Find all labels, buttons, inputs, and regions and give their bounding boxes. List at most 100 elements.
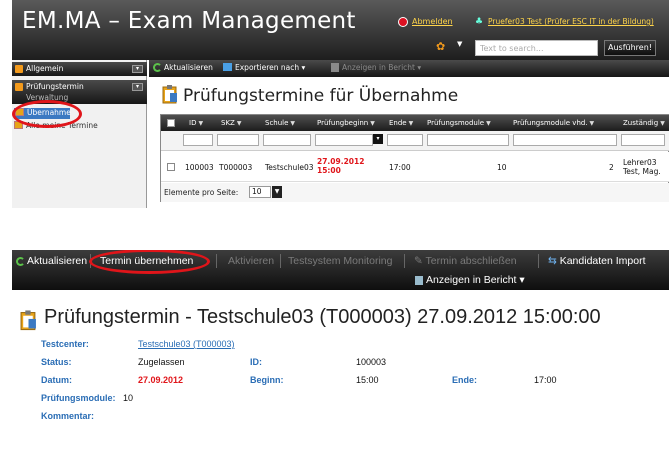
- list-screenshot: EM.MA – Exam Management Abmelden ♣ Pruef…: [12, 0, 669, 208]
- cell-skz: T000003: [219, 163, 253, 172]
- report-label: Anzeigen in Bericht: [342, 63, 415, 72]
- clipboard-icon: [20, 310, 36, 331]
- report-label: Anzeigen in Bericht: [426, 274, 517, 286]
- filter-beginn-input[interactable]: [315, 134, 373, 146]
- testcenter-link[interactable]: Testschule03 (T000003): [138, 339, 235, 349]
- filter-skz-input[interactable]: [217, 134, 259, 146]
- user-link[interactable]: Pruefer03 Test (Prüfer ESC IT in der Bil…: [488, 17, 654, 26]
- lock-icon: ✎: [414, 255, 426, 267]
- refresh-icon: [16, 257, 25, 266]
- monitoring-button[interactable]: Testsystem Monitoring: [288, 255, 392, 267]
- cell-zustaendig: Lehrer03 Test, Mag.: [623, 158, 661, 176]
- refresh-label: Aktualisieren: [27, 255, 88, 267]
- table-row[interactable]: 100003 T000003 Testschule03 27.09.2012 1…: [161, 152, 669, 182]
- calendar-picker-icon[interactable]: ▾: [373, 134, 383, 144]
- user-icon: ♣: [475, 17, 484, 27]
- refresh-button[interactable]: Aktualisieren: [16, 255, 87, 267]
- kommentar-label: Kommentar:: [41, 411, 95, 421]
- module-label: Prüfungsmodule:: [41, 393, 116, 403]
- folder-icon: [15, 65, 23, 73]
- export-button[interactable]: Exportieren nach ▾: [223, 63, 305, 72]
- refresh-label: Aktualisieren: [164, 63, 213, 72]
- column-header-schule[interactable]: Schule ▼: [265, 119, 295, 127]
- import-candidates-button[interactable]: ⇆ Kandidaten Import: [548, 255, 646, 267]
- cell-module: 10: [497, 163, 507, 172]
- detail-screenshot: Aktualisieren Termin übernehmen Aktivier…: [12, 250, 669, 473]
- collapse-icon[interactable]: ▾: [132, 65, 143, 73]
- column-label: Schule: [265, 119, 289, 127]
- report-button[interactable]: Anzeigen in Bericht ▾: [331, 63, 421, 72]
- page-title: Prüfungstermin - Testschule03 (T000003) …: [44, 306, 601, 328]
- column-label: SKZ: [221, 119, 235, 127]
- chevron-down-icon[interactable]: ▼: [457, 40, 462, 48]
- column-header-ende[interactable]: Ende ▼: [389, 119, 413, 127]
- close-exam-label: Termin abschließen: [425, 255, 517, 267]
- toolbar-divider: [404, 254, 405, 268]
- column-label: ID: [189, 119, 197, 127]
- module-value: 10: [123, 393, 134, 403]
- datum-value: 27.09.2012: [138, 375, 184, 385]
- column-label: Prüfungsmodule: [427, 119, 485, 127]
- cell-id: 100003: [185, 163, 214, 172]
- column-header-module[interactable]: Prüfungsmodule ▼: [427, 119, 491, 127]
- report-button[interactable]: Anzeigen in Bericht ▾: [415, 274, 525, 286]
- beginn-label: Beginn:: [250, 375, 284, 385]
- row-checkbox[interactable]: [167, 163, 175, 171]
- highlight-circle: [12, 100, 82, 128]
- collapse-icon[interactable]: ▾: [132, 83, 143, 91]
- filter-module-vhd-input[interactable]: [513, 134, 617, 146]
- refresh-button[interactable]: Aktualisieren: [153, 63, 213, 72]
- close-exam-button[interactable]: ✎ Termin abschließen: [414, 255, 517, 267]
- export-label: Exportieren nach: [235, 63, 300, 72]
- column-header-beginn[interactable]: Prüfungbeginn ▼: [317, 119, 375, 127]
- report-icon: [415, 276, 423, 285]
- column-header-module-vhd[interactable]: Prüfungsmodule vhd. ▼: [513, 119, 594, 127]
- grid-header: ID ▼ SKZ ▼ Schule ▼ Prüfungbeginn ▼ Ende ▼ Pr…: [161, 115, 669, 131]
- id-value: 100003: [356, 357, 387, 367]
- filter-module-input[interactable]: [427, 134, 509, 146]
- filter-ende-input[interactable]: [387, 134, 423, 146]
- column-label: Ende: [389, 119, 407, 127]
- toolbar-divider: [538, 254, 539, 268]
- column-header-zustaendig[interactable]: Zuständig ▼: [623, 119, 665, 127]
- toolbar-divider: [280, 254, 281, 268]
- settings-icon[interactable]: ✿: [436, 40, 452, 54]
- search-button[interactable]: Ausführen!: [604, 40, 656, 56]
- select-all-checkbox[interactable]: [167, 119, 175, 127]
- export-icon: [223, 63, 232, 71]
- logout-icon[interactable]: [398, 17, 408, 27]
- refresh-icon: [153, 63, 162, 72]
- datum-label: Datum:: [41, 375, 72, 385]
- filter-id-input[interactable]: [183, 134, 213, 146]
- folder-icon: [15, 83, 23, 91]
- app-header: EM.MA – Exam Management Abmelden ♣ Pruef…: [12, 0, 669, 60]
- column-header-skz[interactable]: SKZ ▼: [221, 119, 241, 127]
- import-icon: ⇆: [548, 255, 560, 267]
- sidebar-section-label: Prüfungstermin: [26, 82, 84, 91]
- status-value: Zugelassen: [138, 357, 185, 367]
- app-title: EM.MA – Exam Management: [22, 8, 356, 34]
- search-input[interactable]: [475, 40, 598, 56]
- activate-button[interactable]: Aktivieren: [228, 255, 274, 267]
- chevron-down-icon[interactable]: ▼: [272, 186, 282, 198]
- ende-label: Ende:: [452, 375, 478, 385]
- page-title: Prüfungstermine für Übernahme: [183, 86, 459, 106]
- logout-link[interactable]: Abmelden: [412, 17, 453, 26]
- filter-zustaendig-input[interactable]: [621, 134, 665, 146]
- status-label: Status:: [41, 357, 72, 367]
- page-size-select[interactable]: 10: [249, 186, 271, 198]
- list-toolbar: Aktualisieren Exportieren nach ▾ Anzeige…: [149, 60, 669, 77]
- column-header-id[interactable]: ID ▼: [189, 119, 203, 127]
- id-label: ID:: [250, 357, 262, 367]
- column-label: Zuständig: [623, 119, 659, 127]
- sidebar-section-allgemein[interactable]: Allgemein ▾: [12, 62, 147, 76]
- cell-schule: Testschule03: [265, 163, 314, 172]
- report-icon: [331, 63, 339, 72]
- sidebar: Allgemein ▾ Prüfungstermin Verwaltung ▾ …: [12, 60, 147, 208]
- filter-schule-input[interactable]: [263, 134, 311, 146]
- exam-grid: ID ▼ SKZ ▼ Schule ▼ Prüfungbeginn ▼ Ende ▼ Pr…: [160, 114, 669, 202]
- ende-value: 17:00: [534, 375, 557, 385]
- grid-pager: Elemente pro Seite: 10 ▼: [161, 183, 669, 202]
- import-label: Kandidaten Import: [559, 255, 646, 267]
- page-size-label: Elemente pro Seite:: [164, 188, 239, 197]
